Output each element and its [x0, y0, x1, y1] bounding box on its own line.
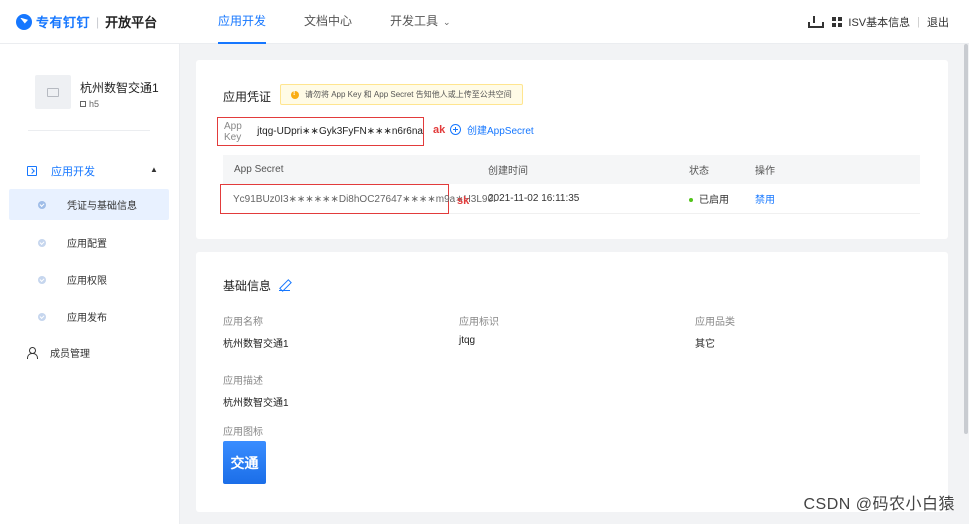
check-circle-icon — [38, 312, 46, 321]
sidebar-item-credentials[interactable]: 凭证与基础信息 — [9, 189, 169, 220]
field-app-id-value: jtqg — [459, 335, 476, 346]
field-app-category-value: 其它 — [695, 339, 715, 350]
nav-app-dev[interactable]: 应用开发 — [218, 0, 267, 44]
dingtalk-logo-icon — [16, 13, 32, 30]
nav-dev-tools[interactable]: 开发工具 ⌄ — [390, 0, 451, 44]
col-action: 操作 — [755, 166, 775, 177]
sidebar-group-app-dev[interactable]: 应用开发 ▲ — [0, 160, 179, 182]
status-cell: 已启用 — [689, 191, 755, 206]
sidebar-divider — [28, 130, 150, 131]
check-circle-icon — [38, 275, 46, 284]
sidebar-item-label: 成员管理 — [50, 349, 90, 360]
field-desc-value: 杭州数智交通1 — [223, 398, 289, 409]
sidebar: 杭州数智交通1 h5 应用开发 ▲ 凭证与基础信息 应用配置 应用权限 应用发布… — [0, 44, 180, 524]
isv-info-link[interactable]: ISV基本信息 — [848, 14, 910, 30]
status-text: 已启用 — [699, 195, 729, 206]
create-app-secret-button[interactable]: 创建AppSecret — [450, 122, 534, 137]
field-app-category-label: 应用品类 — [695, 317, 735, 328]
notice-text: 请勿将 App Key 和 App Secret 告知他人或上传至公共空间 — [305, 90, 512, 99]
app-name: 杭州数智交通1 — [80, 81, 159, 95]
nav-dev-tools-label: 开发工具 — [390, 13, 439, 28]
warning-icon — [291, 90, 299, 99]
app-icon-image: 交通 — [223, 441, 266, 484]
sidebar-item-label: 凭证与基础信息 — [67, 201, 137, 212]
col-status: 状态 — [689, 166, 709, 177]
create-app-secret-label: 创建AppSecret — [467, 126, 534, 137]
app-type-label: h5 — [89, 99, 100, 109]
top-right-actions: ISV基本信息 | 退出 — [808, 0, 949, 44]
chevron-up-icon: ▲ — [150, 165, 158, 174]
app-key-value[interactable]: jtqg-UDpri∗∗Gyk3FyFN∗∗∗n6r6na — [257, 126, 423, 137]
logo-divider: | — [96, 14, 100, 29]
sidebar-item-permissions[interactable]: 应用权限 — [9, 264, 169, 295]
check-circle-icon — [38, 238, 46, 247]
scrollbar[interactable] — [963, 44, 969, 444]
field-app-id-label: 应用标识 — [459, 317, 499, 328]
field-app-name-value: 杭州数智交通1 — [223, 339, 289, 350]
sidebar-item-publish[interactable]: 应用发布 — [9, 301, 169, 332]
main-nav: 应用开发 文档中心 开发工具 ⌄ — [218, 0, 489, 44]
basic-info-title: 基础信息 — [223, 279, 272, 293]
chevron-down-icon: ⌄ — [443, 16, 451, 27]
field-icon-label: 应用图标 — [223, 427, 263, 438]
sidebar-item-label: 应用发布 — [67, 313, 107, 324]
field-desc-label: 应用描述 — [223, 376, 263, 387]
sidebar-group-label: 应用开发 — [51, 166, 95, 178]
top-bar: 专有钉钉 | 开放平台 应用开发 文档中心 开发工具 ⌄ ISV基本信息 | 退出 — [0, 0, 969, 44]
apps-grid-icon — [832, 17, 843, 27]
credentials-title: 应用凭证 — [223, 90, 272, 104]
logout-link[interactable]: 退出 — [927, 14, 949, 30]
scrollbar-thumb[interactable] — [964, 44, 968, 434]
h5-icon — [80, 101, 86, 107]
sidebar-item-members[interactable]: 成员管理 — [27, 345, 90, 360]
nav-docs[interactable]: 文档中心 — [304, 0, 352, 44]
col-app-secret: App Secret — [234, 164, 284, 175]
credentials-card: 应用凭证 请勿将 App Key 和 App Secret 告知他人或上传至公共… — [196, 60, 948, 239]
terminal-icon — [27, 166, 37, 176]
disable-button[interactable]: 禁用 — [755, 191, 835, 206]
app-key-highlight: App Key jtqg-UDpri∗∗Gyk3FyFN∗∗∗n6r6na — [217, 117, 424, 146]
table-header: App Secret 创建时间 状态 操作 — [223, 155, 920, 184]
user-add-icon — [27, 347, 38, 359]
status-dot-icon — [689, 198, 693, 203]
logo[interactable]: 专有钉钉 | 开放平台 — [16, 12, 186, 31]
app-card: 杭州数智交通1 h5 — [35, 75, 159, 109]
logo-brand: 专有钉钉 — [36, 15, 91, 30]
app-secret-highlight: Yc91BUz0I3∗∗∗∗∗∗Di8hOC27647∗∗∗∗m9a∗H3L90… — [220, 184, 496, 214]
security-notice: 请勿将 App Key 和 App Secret 告知他人或上传至公共空间 — [280, 84, 523, 105]
sidebar-item-label: 应用配置 — [67, 239, 107, 250]
sidebar-item-config[interactable]: 应用配置 — [9, 227, 169, 258]
field-app-name-label: 应用名称 — [223, 317, 263, 328]
check-circle-icon — [38, 200, 46, 209]
plus-circle-icon — [450, 124, 461, 135]
app-key-label: App Key — [224, 120, 242, 143]
app-type-tag: h5 — [80, 99, 159, 109]
sk-annotation: sk — [457, 195, 470, 207]
logo-product: 开放平台 — [105, 15, 158, 30]
download-icon[interactable] — [808, 16, 825, 28]
basic-info-card: 基础信息 应用名称 杭州数智交通1 应用标识 jtqg 应用品类 其它 应用描述… — [196, 252, 948, 512]
image-placeholder-icon — [47, 87, 59, 97]
app-thumbnail — [35, 75, 71, 109]
edit-icon[interactable] — [279, 280, 290, 291]
watermark: CSDN @码农小白猿 — [803, 496, 955, 513]
created-time-cell: 2021-11-02 16:11:35 — [488, 193, 580, 204]
col-created-time: 创建时间 — [488, 166, 528, 177]
sidebar-item-label: 应用权限 — [67, 276, 107, 287]
ak-annotation: ak — [433, 124, 446, 136]
divider: | — [917, 16, 920, 28]
